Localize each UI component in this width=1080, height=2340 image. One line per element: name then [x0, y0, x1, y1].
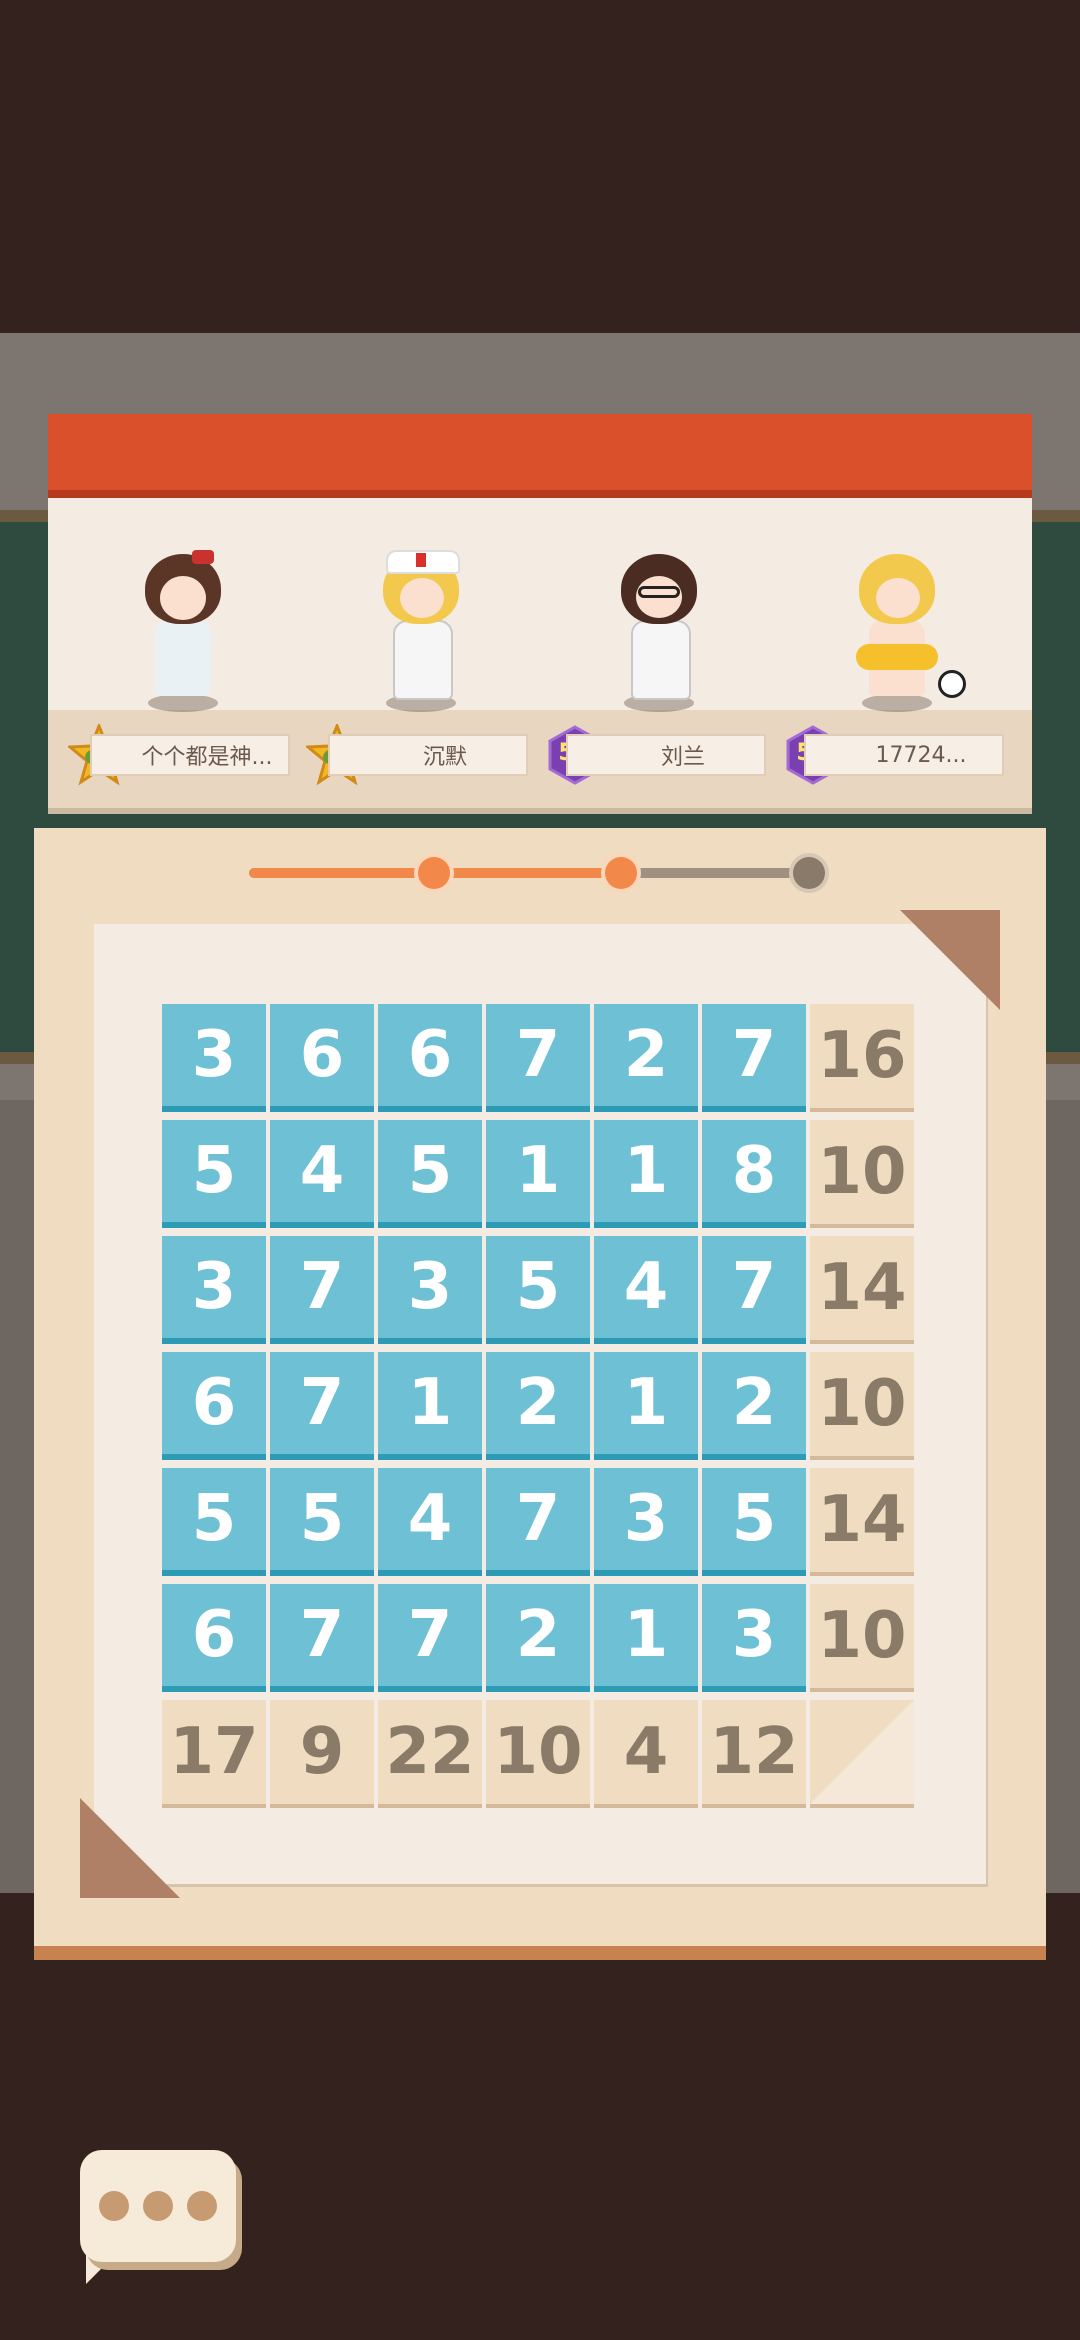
- grid-cell[interactable]: 1: [486, 1120, 590, 1228]
- row-sum-cell: 14: [810, 1468, 914, 1576]
- player-slot-1[interactable]: 个个都是神...: [66, 544, 308, 804]
- grid-cell[interactable]: 7: [486, 1468, 590, 1576]
- grid-cell[interactable]: 5: [378, 1120, 482, 1228]
- princess-avatar: [118, 544, 248, 714]
- progress-step-3: [793, 857, 825, 889]
- player-slot-2[interactable]: 沉默: [304, 544, 546, 804]
- grid-cell[interactable]: 1: [378, 1352, 482, 1460]
- grid-cell[interactable]: 6: [378, 1004, 482, 1112]
- paper-corner-fold: [80, 1798, 180, 1898]
- player-name: 个个都是神...: [90, 734, 290, 776]
- row-sum-cell: 14: [810, 1236, 914, 1344]
- players-panel-header: [48, 414, 1032, 498]
- grid-cell[interactable]: 7: [378, 1584, 482, 1692]
- grid-cell[interactable]: 6: [162, 1584, 266, 1692]
- chat-bubble-icon: [80, 2150, 236, 2262]
- row-sum-cell: 10: [810, 1352, 914, 1460]
- corner-blank-cell: [810, 1700, 914, 1808]
- grid-cell[interactable]: 5: [702, 1468, 806, 1576]
- paper-corner-fold: [900, 910, 1000, 1010]
- column-sum-cell: 17: [162, 1700, 266, 1808]
- grid-cell[interactable]: 7: [270, 1584, 374, 1692]
- grid-cell[interactable]: 3: [162, 1004, 266, 1112]
- player-name: 沉默: [328, 734, 528, 776]
- grid-cell[interactable]: 7: [270, 1236, 374, 1344]
- progress-step-2: [605, 857, 637, 889]
- player-slot-4[interactable]: 53 17724...: [782, 544, 1022, 804]
- player-slot-3[interactable]: 53 刘兰: [544, 544, 784, 804]
- grid-cell[interactable]: 1: [594, 1352, 698, 1460]
- progress-bar: [249, 857, 825, 889]
- grid-cell[interactable]: 7: [702, 1236, 806, 1344]
- grid-cell[interactable]: 2: [702, 1352, 806, 1460]
- grid-cell[interactable]: 7: [702, 1004, 806, 1112]
- grid-cell[interactable]: 7: [486, 1004, 590, 1112]
- grid-cell[interactable]: 4: [594, 1236, 698, 1344]
- top-backdrop: [0, 0, 1080, 333]
- doctor-avatar: [594, 544, 724, 714]
- grid-cell[interactable]: 2: [486, 1584, 590, 1692]
- grid-cell[interactable]: 6: [162, 1352, 266, 1460]
- grid-cell[interactable]: 2: [486, 1352, 590, 1460]
- players-panel: 个个都是神... 沉默 53 刘兰: [48, 414, 1032, 808]
- column-sum-cell: 4: [594, 1700, 698, 1808]
- player-name: 17724...: [804, 734, 1004, 776]
- row-sum-cell: 10: [810, 1584, 914, 1692]
- grid-cell[interactable]: 2: [594, 1004, 698, 1112]
- chat-button[interactable]: [80, 2150, 236, 2288]
- grid-cell[interactable]: 4: [378, 1468, 482, 1576]
- column-sum-cell: 10: [486, 1700, 590, 1808]
- nurse-avatar: [356, 544, 486, 714]
- row-sum-cell: 10: [810, 1120, 914, 1228]
- grid-cell[interactable]: 3: [594, 1468, 698, 1576]
- column-sum-cell: 22: [378, 1700, 482, 1808]
- player-name: 刘兰: [566, 734, 766, 776]
- grid-cell[interactable]: 3: [378, 1236, 482, 1344]
- swimmer-avatar: [832, 544, 966, 714]
- grid-cell[interactable]: 5: [162, 1120, 266, 1228]
- grid-cell[interactable]: 8: [702, 1120, 806, 1228]
- grid-cell[interactable]: 6: [270, 1004, 374, 1112]
- grid-cell[interactable]: 4: [270, 1120, 374, 1228]
- grid-cell[interactable]: 7: [270, 1352, 374, 1460]
- grid-cell[interactable]: 5: [486, 1236, 590, 1344]
- grid-cell[interactable]: 1: [594, 1584, 698, 1692]
- grid-cell[interactable]: 1: [594, 1120, 698, 1228]
- number-grid: 3 6 6 7 2 7 16 5 4 5 1 1 8 10 3 7 3 5 4 7 14 6 7 1 2 1 2 10 5 5 4 7 3 5 14…: [162, 1004, 918, 1808]
- column-sum-cell: 9: [270, 1700, 374, 1808]
- row-sum-cell: 16: [810, 1004, 914, 1112]
- grid-cell[interactable]: 5: [270, 1468, 374, 1576]
- grid-cell[interactable]: 3: [702, 1584, 806, 1692]
- grid-cell[interactable]: 5: [162, 1468, 266, 1576]
- column-sum-cell: 12: [702, 1700, 806, 1808]
- progress-step-1: [418, 857, 450, 889]
- grid-cell[interactable]: 3: [162, 1236, 266, 1344]
